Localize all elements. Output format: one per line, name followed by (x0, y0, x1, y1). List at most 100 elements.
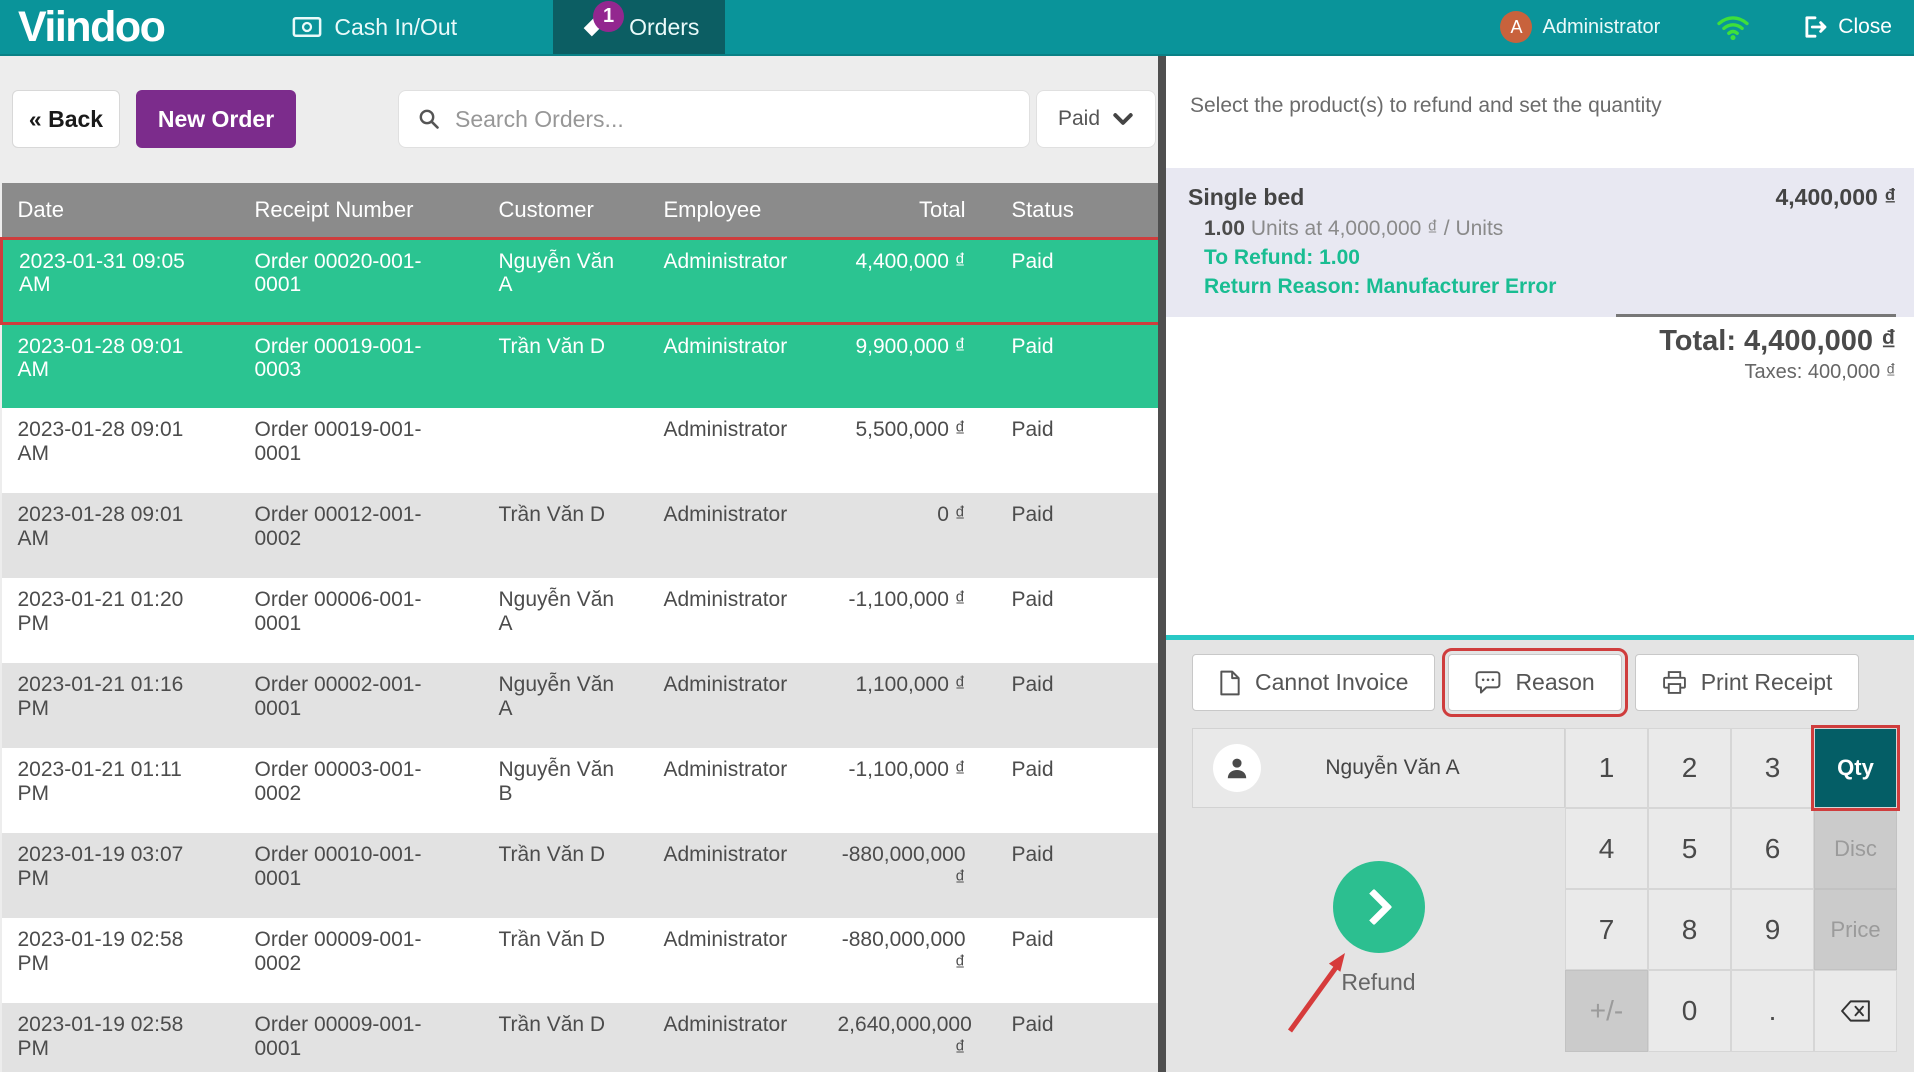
key-4[interactable]: 4 (1565, 808, 1648, 889)
reason-button[interactable]: Reason (1448, 654, 1621, 711)
table-row[interactable]: 2023-01-21 01:11 PM Order 00003-001-0002… (2, 748, 1160, 833)
search-icon (417, 107, 441, 131)
cell-receipt: Order 00003-001-0002 (239, 748, 483, 833)
key-price[interactable]: Price (1814, 889, 1897, 970)
cell-status: Paid (976, 323, 1160, 408)
print-receipt-button[interactable]: Print Receipt (1635, 654, 1860, 711)
key-plus-minus[interactable]: +/- (1565, 970, 1648, 1052)
cell-status: Paid (976, 493, 1160, 578)
cell-customer: Trần Văn D (483, 918, 648, 1003)
cell-employee: Administrator (648, 323, 816, 408)
cell-date: 2023-01-28 09:01 AM (2, 323, 239, 408)
cell-receipt: Order 00009-001-0001 (239, 1003, 483, 1072)
refund-label: Refund (1341, 969, 1415, 996)
comment-icon (1475, 670, 1501, 695)
col-header-receipt: Receipt Number (239, 183, 483, 238)
back-button[interactable]: « Back (12, 90, 120, 148)
cell-date: 2023-01-28 09:01 AM (2, 493, 239, 578)
cell-total: 0 ₫ (816, 493, 976, 578)
key-disc[interactable]: Disc (1814, 808, 1897, 889)
key-9[interactable]: 9 (1731, 889, 1814, 970)
key-8[interactable]: 8 (1648, 889, 1731, 970)
refund-cell: Refund (1192, 808, 1565, 1052)
cell-date: 2023-01-21 01:11 PM (2, 748, 239, 833)
close-session-button[interactable]: Close (1802, 14, 1892, 40)
refund-button[interactable] (1333, 861, 1425, 953)
cell-receipt: Order 00019-001-0001 (239, 408, 483, 493)
print-receipt-label: Print Receipt (1701, 669, 1833, 696)
table-scrollbar[interactable] (1158, 56, 1166, 1072)
cell-total: -880,000,000 ₫ (816, 918, 976, 1003)
cell-receipt: Order 00002-001-0001 (239, 663, 483, 748)
tab-cash-in-out[interactable]: Cash In/Out (282, 0, 467, 54)
cell-receipt: Order 00019-001-0003 (239, 323, 483, 408)
key-3[interactable]: 3 (1731, 728, 1814, 808)
cell-employee: Administrator (648, 663, 816, 748)
numpad-area: Nguyễn Văn A 1 2 3 Qty Refund 4 (1192, 728, 1897, 1052)
key-qty[interactable]: Qty (1814, 728, 1897, 808)
topbar: Viindoo Cash In/Out 1 Orders A Administr… (0, 0, 1914, 56)
table-row[interactable]: 2023-01-19 02:58 PM Order 00009-001-0002… (2, 918, 1160, 1003)
table-row[interactable]: 2023-01-19 03:07 PM Order 00010-001-0001… (2, 833, 1160, 918)
col-header-date: Date (2, 183, 239, 238)
tab-orders-label: Orders (629, 14, 699, 41)
col-header-status: Status (976, 183, 1160, 238)
search-orders-input[interactable] (455, 106, 1011, 133)
key-0[interactable]: 0 (1648, 970, 1731, 1052)
cell-status: Paid (976, 833, 1160, 918)
user-name: Administrator (1542, 16, 1660, 39)
cell-status: Paid (976, 408, 1160, 493)
table-row[interactable]: 2023-01-19 02:58 PM Order 00009-001-0001… (2, 1003, 1160, 1072)
cell-receipt: Order 00009-001-0002 (239, 918, 483, 1003)
cell-customer: Nguyễn Văn B (483, 748, 648, 833)
order-total-block: Total: 4,400,000 ₫ Taxes: 400,000 ₫ (1616, 314, 1896, 384)
pdf-file-icon (1219, 670, 1241, 696)
col-header-employee: Employee (648, 183, 816, 238)
refund-product-line[interactable]: Single bed 4,400,000 ₫ 1.00Units at 4,00… (1166, 168, 1914, 317)
key-7[interactable]: 7 (1565, 889, 1648, 970)
reason-label: Reason (1515, 669, 1594, 696)
cannot-invoice-button[interactable]: Cannot Invoice (1192, 654, 1435, 711)
return-reason-line: Return Reason: Manufacturer Error (1188, 275, 1896, 299)
col-header-total: Total (816, 183, 976, 238)
banknote-icon (292, 14, 322, 40)
backspace-icon (1841, 999, 1871, 1023)
table-row[interactable]: 2023-01-21 01:20 PM Order 00006-001-0001… (2, 578, 1160, 663)
orders-list-panel: « Back New Order Paid (0, 56, 1158, 1072)
cell-date: 2023-01-31 09:05 AM (2, 238, 239, 323)
orders-table-header: Date Receipt Number Customer Employee To… (2, 183, 1160, 238)
cannot-invoice-label: Cannot Invoice (1255, 669, 1408, 696)
tab-orders[interactable]: 1 Orders (553, 0, 725, 54)
tab-cash-label: Cash In/Out (334, 14, 457, 41)
key-1[interactable]: 1 (1565, 728, 1648, 808)
key-5[interactable]: 5 (1648, 808, 1731, 889)
person-icon (1213, 744, 1261, 792)
cell-employee: Administrator (648, 833, 816, 918)
key-6[interactable]: 6 (1731, 808, 1814, 889)
cell-date: 2023-01-19 03:07 PM (2, 833, 239, 918)
table-row[interactable]: 2023-01-28 09:01 AM Order 00012-001-0002… (2, 493, 1160, 578)
status-filter-dropdown[interactable]: Paid (1036, 90, 1156, 148)
cell-customer: Trần Văn D (483, 833, 648, 918)
order-total: Total: 4,400,000 ₫ (1616, 325, 1896, 358)
table-row[interactable]: 2023-01-31 09:05 AM Order 00020-001-0001… (2, 238, 1160, 323)
new-order-button[interactable]: New Order (136, 90, 296, 148)
customer-button[interactable]: Nguyễn Văn A (1192, 728, 1565, 808)
cell-receipt: Order 00006-001-0001 (239, 578, 483, 663)
cell-employee: Administrator (648, 408, 816, 493)
table-row[interactable]: 2023-01-21 01:16 PM Order 00002-001-0001… (2, 663, 1160, 748)
refund-panel: Select the product(s) to refund and set … (1166, 56, 1914, 1072)
cell-employee: Administrator (648, 918, 816, 1003)
cell-total: 1,100,000 ₫ (816, 663, 976, 748)
to-refund-line: To Refund: 1.00 (1188, 246, 1896, 270)
table-row[interactable]: 2023-01-28 09:01 AM Order 00019-001-0001… (2, 408, 1160, 493)
key-decimal[interactable]: . (1731, 970, 1814, 1052)
product-unit-info: Units at 4,000,000 ₫ / Units (1251, 217, 1503, 240)
table-row[interactable]: 2023-01-28 09:01 AM Order 00019-001-0003… (2, 323, 1160, 408)
key-2[interactable]: 2 (1648, 728, 1731, 808)
cell-customer: Trần Văn D (483, 323, 648, 408)
cell-status: Paid (976, 578, 1160, 663)
key-backspace[interactable] (1814, 970, 1897, 1052)
cell-total: -1,100,000 ₫ (816, 748, 976, 833)
user-menu[interactable]: A Administrator (1500, 11, 1660, 43)
